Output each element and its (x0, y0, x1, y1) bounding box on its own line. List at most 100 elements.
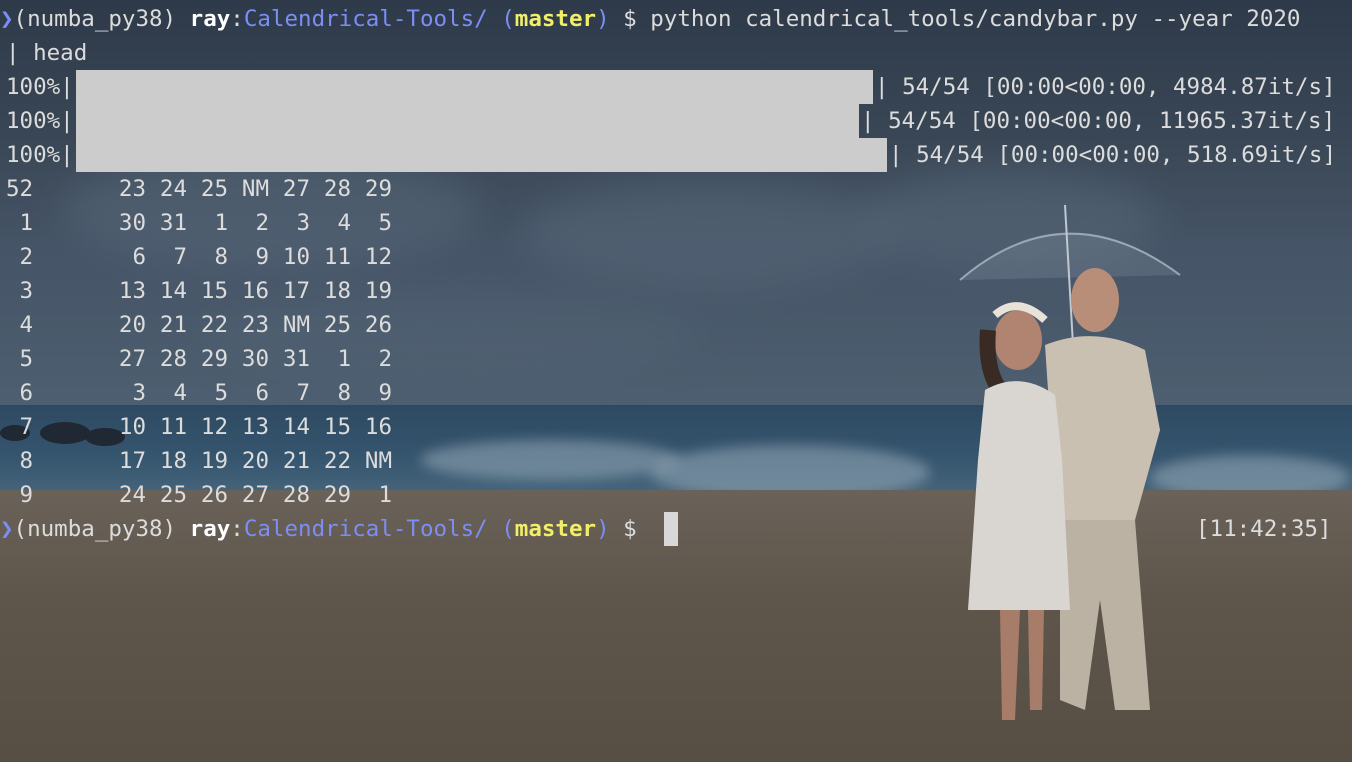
calendar-day: 20 (241, 448, 269, 474)
calendar-week-row: 5 27 28 29 30 31 1 2 (6, 342, 406, 376)
calendar-week-row: 6 3 4 5 6 7 8 9 (6, 376, 406, 410)
prompt-symbol: $ (623, 516, 637, 542)
conda-env: (numba_py38) (13, 516, 177, 542)
prompt-colon: : (230, 516, 244, 542)
calendar-day: 8 (214, 244, 228, 270)
progress-stats: | 54/54 [00:00<00:00, 518.69it/s] (889, 142, 1337, 168)
calendar-day: NM (364, 448, 392, 474)
calendar-day: 31 (282, 346, 310, 372)
calendar-day: 16 (364, 414, 392, 440)
progress-stats: | 54/54 [00:00<00:00, 11965.37it/s] (861, 108, 1336, 134)
progress-stats: | 54/54 [00:00<00:00, 4984.87it/s] (875, 74, 1336, 100)
week-number: 7 (6, 414, 34, 440)
conda-env: (numba_py38) (13, 6, 177, 32)
calendar-day: 3 (132, 380, 146, 406)
calendar-day: 27 (241, 482, 269, 508)
calendar-day: 25 (159, 482, 187, 508)
calendar-day: 7 (296, 380, 310, 406)
calendar-day: 18 (323, 278, 351, 304)
calendar-day: 15 (323, 414, 351, 440)
calendar-day: NM (282, 312, 310, 338)
calendar-day: 16 (241, 278, 269, 304)
calendar-day: 27 (118, 346, 146, 372)
calendar-day: 5 (214, 380, 228, 406)
calendar-day: 13 (241, 414, 269, 440)
prompt-user: ray (189, 6, 231, 32)
calendar-day: 12 (200, 414, 228, 440)
week-number: 9 (6, 482, 34, 508)
calendar-day: 4 (337, 210, 351, 236)
calendar-day: 5 (378, 210, 392, 236)
week-number: 5 (6, 346, 34, 372)
calendar-day: 25 (200, 176, 228, 202)
calendar-day: 1 (214, 210, 228, 236)
calendar-day: 23 (118, 176, 146, 202)
calendar-day: 7 (173, 244, 187, 270)
calendar-day: 18 (159, 448, 187, 474)
calendar-day: 19 (364, 278, 392, 304)
calendar-day: 20 (118, 312, 146, 338)
calendar-day: 30 (241, 346, 269, 372)
calendar-day: 6 (255, 380, 269, 406)
prompt-symbol: $ (623, 6, 637, 32)
calendar-day: 13 (118, 278, 146, 304)
week-number: 3 (6, 278, 34, 304)
calendar-day: 22 (200, 312, 228, 338)
prompt-colon: : (230, 6, 244, 32)
calendar-day: 2 (255, 210, 269, 236)
calendar-week-row: 52 23 24 25 NM 27 28 29 (6, 172, 406, 206)
calendar-day: 26 (200, 482, 228, 508)
git-branch: master (514, 6, 597, 32)
text-cursor[interactable] (664, 512, 678, 546)
week-number: 2 (6, 244, 34, 270)
prompt-arrow-icon: ❯ (0, 6, 14, 32)
calendar-day: 15 (200, 278, 228, 304)
prompt-path: Calendrical-Tools/ (243, 516, 488, 542)
calendar-day: 31 (159, 210, 187, 236)
calendar-day: 29 (200, 346, 228, 372)
progress-bar-fill (76, 70, 873, 104)
git-branch: master (514, 516, 597, 542)
calendar-day: 28 (159, 346, 187, 372)
calendar-day: 17 (118, 448, 146, 474)
calendar-day: 26 (364, 312, 392, 338)
week-number: 52 (6, 176, 34, 202)
week-number: 4 (6, 312, 34, 338)
calendar-day: 24 (118, 482, 146, 508)
calendar-day: 29 (364, 176, 392, 202)
calendar-day: 8 (337, 380, 351, 406)
calendar-day: NM (241, 176, 269, 202)
calendar-day: 22 (323, 448, 351, 474)
week-number: 1 (6, 210, 34, 236)
calendar-week-row: 3 13 14 15 16 17 18 19 (6, 274, 406, 308)
calendar-day: 2 (378, 346, 392, 372)
calendar-day: 10 (118, 414, 146, 440)
calendar-day: 3 (296, 210, 310, 236)
prompt-user: ray (189, 516, 231, 542)
calendar-day: 9 (255, 244, 269, 270)
calendar-day: 19 (200, 448, 228, 474)
calendar-week-row: 2 6 7 8 9 10 11 12 (6, 240, 406, 274)
terminal-window[interactable]: ❯(numba_py38) ray:Calendrical-Tools/ (ma… (0, 0, 1352, 762)
calendar-day: 6 (132, 244, 146, 270)
week-number: 6 (6, 380, 34, 406)
calendar-day: 11 (159, 414, 187, 440)
calendar-day: 30 (118, 210, 146, 236)
progress-bar-fill (76, 104, 859, 138)
calendar-day: 24 (159, 176, 187, 202)
calendar-day: 27 (282, 176, 310, 202)
calendar-week-row: 1 30 31 1 2 3 4 5 (6, 206, 406, 240)
prompt-path: Calendrical-Tools/ (243, 6, 488, 32)
calendar-week-row: 9 24 25 26 27 28 29 1 (6, 478, 406, 512)
calendar-day: 25 (323, 312, 351, 338)
calendar-day: 14 (159, 278, 187, 304)
prompt-arrow-icon: ❯ (0, 516, 14, 542)
calendar-day: 28 (323, 176, 351, 202)
calendar-day: 4 (173, 380, 187, 406)
calendar-day: 9 (378, 380, 392, 406)
command-text: python calendrical_tools/candybar.py --y… (650, 6, 1301, 32)
calendar-day: 21 (159, 312, 187, 338)
calendar-week-row: 4 20 21 22 23 NM 25 26 (6, 308, 406, 342)
calendar-day: 29 (323, 482, 351, 508)
prompt-clock: [11:42:35] (1196, 516, 1332, 542)
